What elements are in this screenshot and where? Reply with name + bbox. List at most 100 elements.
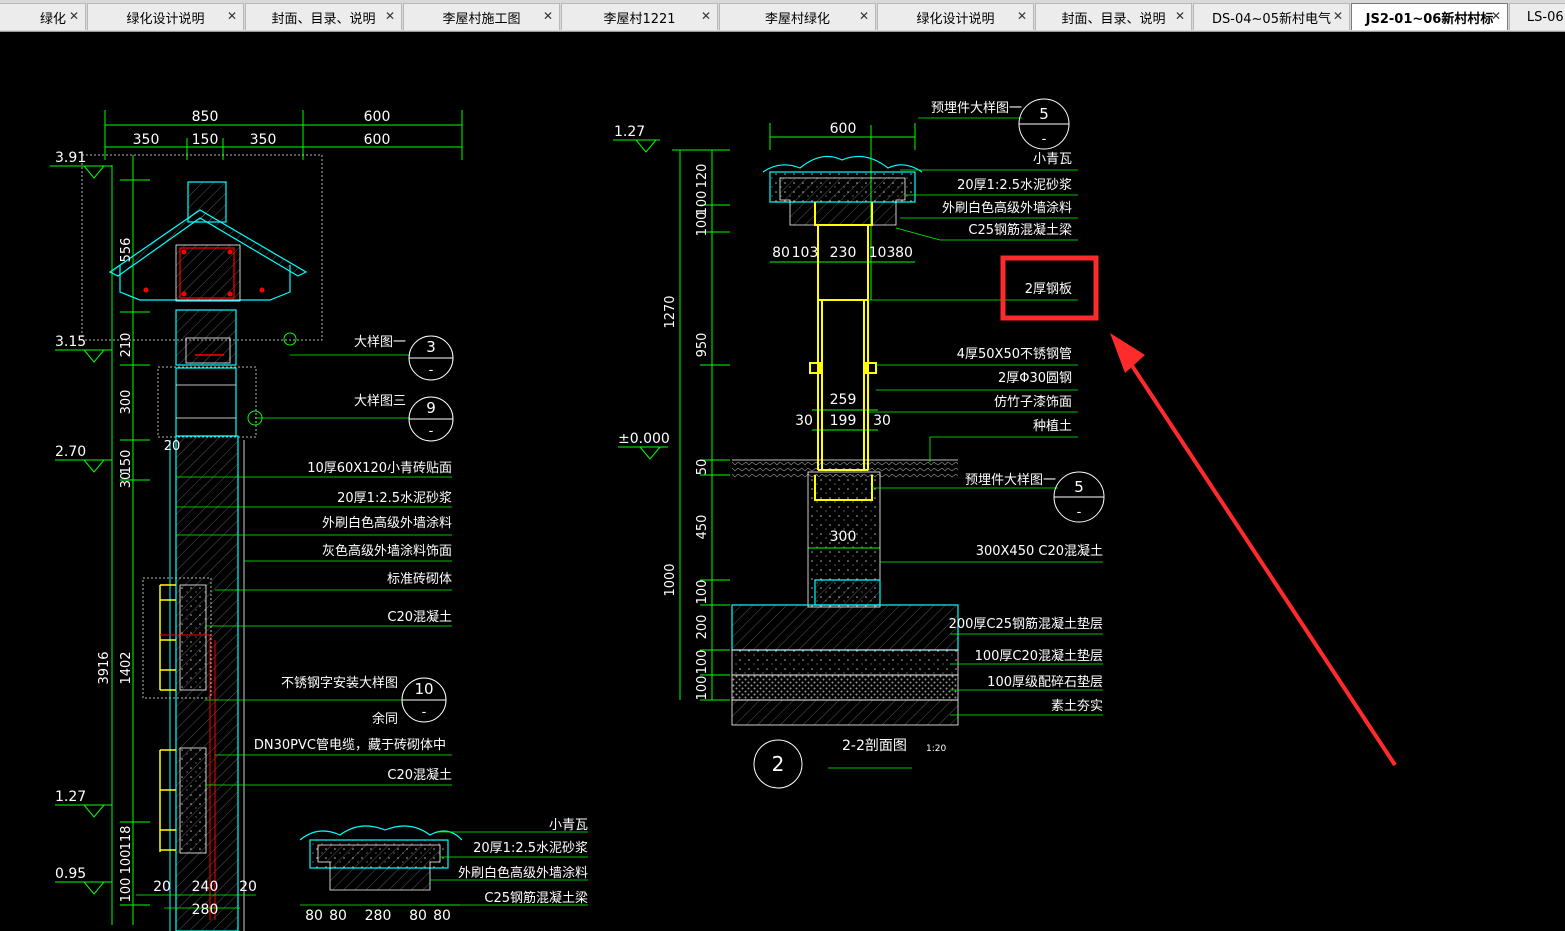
- level-label: 3.15: [55, 334, 86, 350]
- close-icon[interactable]: ✕: [1175, 9, 1185, 23]
- tab-2[interactable]: 封面、目录、说明 ✕: [245, 3, 402, 30]
- close-icon[interactable]: ✕: [859, 9, 869, 23]
- dimension-label: 300: [830, 529, 857, 545]
- dimension-label: 600: [364, 109, 391, 125]
- dimension-label: 280: [365, 908, 392, 924]
- tab-label: 绿化: [39, 11, 66, 27]
- tab-8[interactable]: DS-04~05新村电气 ✕: [1193, 3, 1350, 30]
- level-label: 3.91: [55, 150, 86, 166]
- material-label: C25钢筋混凝土梁: [484, 890, 588, 906]
- cad-drawing-canvas[interactable]: 850 600350 150 350 6003.913.152.701.270.9555…: [0, 31, 1565, 931]
- material-label: C20混凝土: [387, 767, 452, 783]
- material-label: 100厚级配碎石垫层: [987, 674, 1103, 690]
- tab-1[interactable]: 绿化设计说明 ✕: [87, 3, 244, 30]
- level-label: 2.70: [55, 444, 86, 460]
- tab-3[interactable]: 李屋村施工图 ✕: [403, 3, 560, 30]
- material-label: 小青瓦: [1033, 152, 1072, 167]
- dimension-label: 950: [695, 333, 710, 358]
- dimension-label: 1402: [119, 651, 134, 684]
- dimension-label: 50: [695, 459, 710, 476]
- detail-ref-title: 大样图三: [354, 394, 406, 409]
- detail-ref-sheet: -: [422, 705, 427, 720]
- dimension-label: 850: [192, 109, 219, 125]
- tab-6[interactable]: 绿化设计说明 ✕: [877, 3, 1034, 30]
- dimension-label: 30: [795, 413, 813, 429]
- dimension-label: 280: [192, 902, 219, 918]
- dimension-label: 20: [153, 879, 171, 895]
- material-label: 20厚1:2.5水泥砂浆: [337, 491, 452, 506]
- level-label: 1.27: [614, 124, 645, 140]
- tab-4[interactable]: 李屋村1221 ✕: [561, 3, 718, 30]
- dimension-label: 20: [239, 879, 257, 895]
- material-label: 100厚C20混凝土垫层: [975, 648, 1103, 664]
- tab-0[interactable]: 绿化 ✕: [0, 3, 86, 30]
- tab-label: 封面、目录、说明: [1061, 11, 1166, 27]
- detail-ref-title: 大样图一: [354, 335, 406, 350]
- close-icon[interactable]: ✕: [227, 9, 237, 23]
- close-icon[interactable]: ✕: [1491, 9, 1501, 23]
- dimension-label: 1000: [663, 563, 678, 596]
- close-icon[interactable]: ✕: [69, 9, 79, 23]
- material-label: 种植土: [1033, 419, 1072, 434]
- dimension-label: 80: [895, 245, 913, 261]
- red-arrow-shaft: [1123, 353, 1397, 767]
- dimension-label: 600: [364, 132, 391, 148]
- detail-ref-sheet: -: [429, 363, 434, 378]
- dimension-label: 100: [119, 878, 134, 903]
- detail-ref-sheet: -: [1077, 505, 1082, 520]
- close-icon[interactable]: ✕: [543, 9, 553, 23]
- detail-ref-number: 5: [1039, 105, 1049, 123]
- tab-10[interactable]: LS-06~09: [1509, 3, 1565, 30]
- dimension-label: 100: [119, 850, 134, 875]
- material-label: C20混凝土: [387, 609, 452, 625]
- dimension-label: 120: [695, 164, 710, 189]
- level-label: 1.27: [55, 789, 86, 805]
- dimension-label: 1270: [663, 295, 678, 328]
- close-icon[interactable]: ✕: [1333, 9, 1343, 23]
- detail-ref-title: 不锈钢字安装大样图: [281, 676, 398, 691]
- tab-5[interactable]: 李屋村绿化 ✕: [719, 3, 876, 30]
- level-label: ±0.000: [618, 431, 670, 447]
- material-label: DN30PVC管电缆，藏于砖砌体中: [254, 737, 446, 753]
- material-label: 10厚60X120小青砖贴面: [307, 461, 452, 476]
- tab-label: 绿化设计说明: [916, 11, 995, 27]
- dimension-label: 300: [119, 390, 134, 415]
- tab-label: DS-04~05新村电气: [1212, 11, 1331, 27]
- dimension-label: 240: [192, 879, 219, 895]
- detail-ref-number: 9: [426, 399, 436, 417]
- material-label: 余同: [372, 711, 398, 727]
- material-label: 仿竹子漆饰面: [994, 394, 1072, 410]
- level-label: 0.95: [55, 866, 86, 882]
- dimension-label: 80: [772, 245, 790, 261]
- dimension-label: 103: [792, 245, 819, 261]
- dimension-label: 3916: [97, 651, 112, 684]
- tab-7[interactable]: 封面、目录、说明 ✕: [1035, 3, 1192, 30]
- section-title: 2-2剖面图: [842, 738, 907, 754]
- material-label: 4厚50X50不锈钢管: [957, 347, 1072, 362]
- dimension-label: 30: [119, 472, 134, 489]
- material-label: 外刷白色高级外墙涂料: [942, 200, 1072, 216]
- tab-label: LS-06~09: [1526, 9, 1565, 25]
- close-icon[interactable]: ✕: [385, 9, 395, 23]
- section-number: 2: [772, 752, 785, 776]
- close-icon[interactable]: ✕: [1017, 9, 1027, 23]
- tab-9[interactable]: JS2-01~06新村村标 ✕: [1351, 3, 1508, 30]
- material-label: 标准砖砌体: [387, 572, 452, 587]
- detail-ref-sheet: -: [1042, 132, 1047, 147]
- dimension-label: 230: [830, 245, 857, 261]
- red-arrow-head: [1110, 333, 1145, 373]
- detail-ref-number: 3: [426, 338, 436, 356]
- tab-label: 李屋村绿化: [764, 11, 830, 27]
- dimension-label: 100: [695, 676, 710, 701]
- close-icon[interactable]: ✕: [701, 9, 711, 23]
- dimension-label: 556: [119, 238, 134, 263]
- detail-ref-sheet: -: [429, 424, 434, 439]
- tab-label: 李屋村1221: [603, 11, 676, 27]
- detail-ref-number: 10: [414, 680, 433, 698]
- dimension-label: 210: [119, 333, 134, 358]
- dimension-label: 600: [830, 121, 857, 137]
- material-label: 灰色高级外墙涂料饰面: [322, 543, 452, 559]
- tab-label: 绿化设计说明: [126, 11, 205, 27]
- dimension-label: 118: [119, 826, 134, 851]
- material-label: C25钢筋混凝土梁: [968, 222, 1072, 238]
